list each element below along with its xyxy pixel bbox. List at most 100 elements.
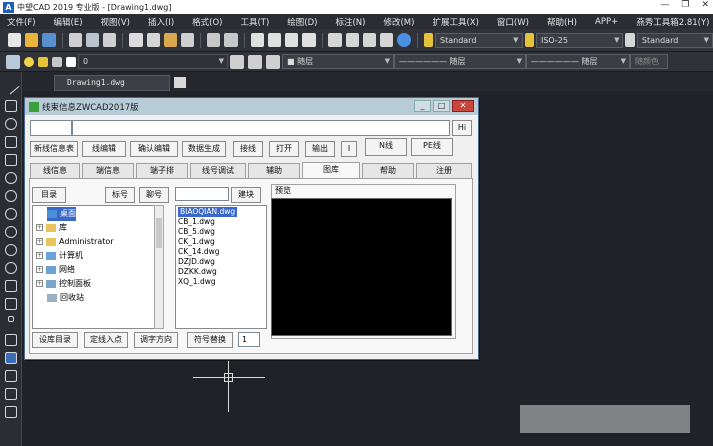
zoom-realtime-icon[interactable] xyxy=(267,33,282,47)
menu-draw[interactable]: 绘图(D) xyxy=(280,16,328,28)
arc-3point-icon[interactable] xyxy=(5,172,17,184)
count-input[interactable]: 1 xyxy=(238,332,260,347)
tree-item-desktop[interactable]: 桌面 xyxy=(47,207,76,221)
wire-name-input[interactable] xyxy=(30,120,72,136)
dialog-title-bar[interactable]: 线束信息ZWCAD2017版 _ □ ✕ xyxy=(25,98,478,115)
design-center-icon[interactable] xyxy=(345,33,359,47)
dim-style-select[interactable]: ISO-25 ▼ xyxy=(535,32,624,48)
label-button[interactable]: 标号 xyxy=(105,187,135,203)
layer-select[interactable]: 0 ▼ xyxy=(78,54,228,69)
tab-library[interactable]: 图库 xyxy=(302,162,360,178)
ellipse-arc-icon[interactable] xyxy=(5,262,17,274)
set-library-dir-button[interactable]: 设库目录 xyxy=(32,332,78,348)
paste-icon[interactable] xyxy=(163,33,177,47)
layer-state-icon[interactable] xyxy=(266,54,280,69)
polygon-icon[interactable] xyxy=(5,136,17,148)
close-button[interactable]: ✕ xyxy=(701,0,709,10)
zoom-window-icon[interactable] xyxy=(285,33,299,47)
tree-item-administrator[interactable]: + Administrator xyxy=(36,235,114,249)
match-properties-icon[interactable] xyxy=(180,33,195,47)
output-button[interactable]: 输出 xyxy=(305,141,335,157)
insert-point-button[interactable]: 定线入点 xyxy=(84,332,128,348)
layer-previous-icon[interactable] xyxy=(248,54,262,69)
table-icon[interactable] xyxy=(5,388,17,400)
tool-palette-icon[interactable] xyxy=(362,33,377,47)
menu-window[interactable]: 窗口(W) xyxy=(490,16,540,28)
properties-icon[interactable] xyxy=(328,33,342,47)
hi-button[interactable]: Hi xyxy=(452,120,472,136)
tree-item-control-panel[interactable]: + 控制面板 xyxy=(36,277,91,291)
dialog-minimize-button[interactable]: _ xyxy=(414,100,431,112)
print-icon[interactable] xyxy=(68,33,82,47)
connect-button[interactable]: 接线 xyxy=(233,141,263,157)
mtext-icon[interactable] xyxy=(5,406,17,418)
menu-help[interactable]: 帮助(H) xyxy=(540,16,588,28)
circle-icon[interactable] xyxy=(5,190,17,202)
make-block-icon[interactable] xyxy=(5,298,17,310)
menu-file[interactable]: 文件(F) xyxy=(0,16,47,28)
text-direction-button[interactable]: 调字方向 xyxy=(134,332,178,348)
menu-edit[interactable]: 编辑(E) xyxy=(47,16,94,28)
maximize-button[interactable]: ❐ xyxy=(681,0,689,10)
directory-button[interactable]: 目录 xyxy=(32,187,66,203)
expand-icon[interactable]: + xyxy=(36,280,43,287)
pe-wire-button[interactable]: PE线 xyxy=(411,138,453,156)
expand-icon[interactable]: + xyxy=(36,266,43,273)
tab-register[interactable]: 注册 xyxy=(416,163,472,178)
lineweight-select[interactable]: —————— 随层 ▼ xyxy=(526,54,630,69)
list-item[interactable]: DZJD.dwg xyxy=(178,257,215,267)
hatch-icon[interactable] xyxy=(5,334,17,346)
arc-icon[interactable] xyxy=(5,118,17,130)
redo-icon[interactable] xyxy=(224,33,238,47)
file-tab-drawing1[interactable]: Drawing1.dwg xyxy=(54,75,170,91)
tree-item-library[interactable]: + 库 xyxy=(36,221,67,235)
tab-help[interactable]: 帮助 xyxy=(362,163,414,178)
line-icon[interactable] xyxy=(2,77,20,95)
tab-wire-info[interactable]: 线信息 xyxy=(30,163,80,178)
rectangle-icon[interactable] xyxy=(5,154,17,166)
tree-item-network[interactable]: + 网络 xyxy=(36,263,75,277)
symbol-replace-button[interactable]: 符号替换 xyxy=(187,332,233,348)
n-wire-button[interactable]: N线 xyxy=(365,138,407,156)
list-item[interactable]: CK_1.dwg xyxy=(178,237,215,247)
tab-end-info[interactable]: 端信息 xyxy=(82,163,134,178)
save-icon[interactable] xyxy=(42,33,56,47)
plotstyle-select[interactable]: 随颜色 xyxy=(630,54,668,69)
list-item[interactable]: DZKK.dwg xyxy=(178,267,217,277)
gradient-icon[interactable] xyxy=(5,352,17,364)
help-icon[interactable] xyxy=(397,33,411,47)
sun-icon[interactable] xyxy=(38,56,48,67)
tree-scrollbar[interactable] xyxy=(154,205,164,329)
expand-icon[interactable]: + xyxy=(36,252,43,259)
wire-edit-button[interactable]: 线编辑 xyxy=(82,141,126,157)
tree-item-recycle-bin[interactable]: 回收站 xyxy=(47,291,84,305)
open-button[interactable]: 打开 xyxy=(269,141,299,157)
tree-item-computer[interactable]: + 计算机 xyxy=(36,249,83,263)
revision-cloud-icon[interactable] xyxy=(5,208,17,220)
expand-icon[interactable]: + xyxy=(36,224,43,231)
block-name-input[interactable] xyxy=(175,187,229,201)
menu-format[interactable]: 格式(O) xyxy=(185,16,233,28)
list-item[interactable]: CB_1.dwg xyxy=(178,217,215,227)
expand-icon[interactable]: + xyxy=(36,238,43,245)
ellipse-icon[interactable] xyxy=(5,244,17,256)
polyline-icon[interactable] xyxy=(5,100,17,112)
tab-wire-number-debug[interactable]: 线号调试 xyxy=(190,163,246,178)
color-select[interactable]: ■ 随层 ▼ xyxy=(282,54,394,69)
insert-block-icon[interactable] xyxy=(5,280,17,292)
list-item[interactable]: XQ_1.dwg xyxy=(178,277,216,287)
dwg-file-list[interactable]: BIAOQIAN.dwg CB_1.dwg CB_5.dwg CK_1.dwg … xyxy=(175,205,267,329)
folder-tree[interactable]: 桌面 + 库 + Administrator + 计算机 + 网络 + 控制面板 回收站 xyxy=(32,205,164,329)
i-button[interactable]: I xyxy=(341,141,357,157)
spline-icon[interactable] xyxy=(5,226,17,238)
make-current-layer-icon[interactable] xyxy=(230,54,244,69)
scrollbar-thumb[interactable] xyxy=(156,218,162,248)
build-block-button[interactable]: 建块 xyxy=(231,187,261,203)
copy-icon[interactable] xyxy=(146,33,160,47)
dialog-maximize-button[interactable]: □ xyxy=(433,100,450,112)
menu-yanxiu-toolbox[interactable]: 燕秀工具箱2.81(Y) xyxy=(629,16,713,28)
menu-extend-tools[interactable]: 扩展工具(X) xyxy=(425,16,489,28)
layer-manager-icon[interactable] xyxy=(6,54,20,69)
print-preview-icon[interactable] xyxy=(85,33,100,47)
zoom-previous-icon[interactable] xyxy=(302,33,316,47)
